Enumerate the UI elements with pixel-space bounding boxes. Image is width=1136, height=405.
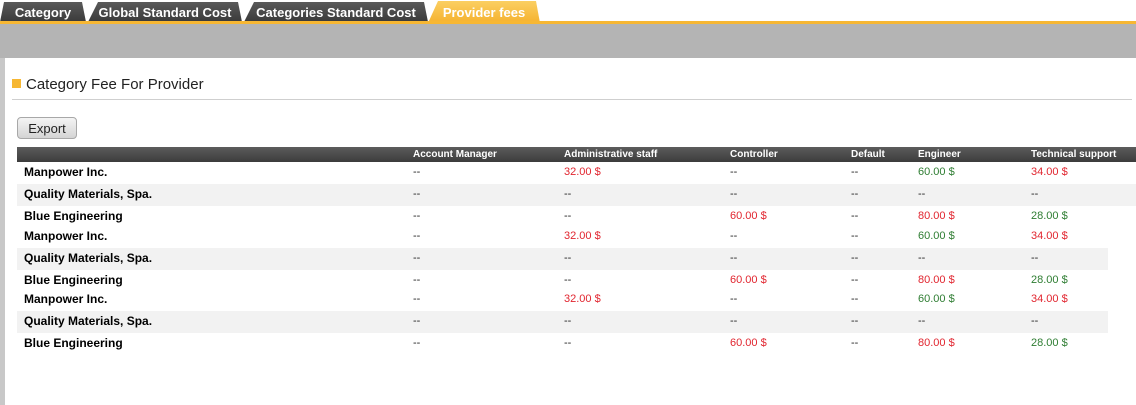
default-fee: -- — [851, 274, 859, 286]
column-header-technical-support: Technical support — [1031, 149, 1117, 160]
controller-fee: -- — [730, 315, 738, 327]
provider-name: Manpower Inc. — [24, 229, 108, 243]
provider-name: Blue Engineering — [24, 336, 123, 350]
administrative-staff-fee: 32.00 $ — [564, 166, 601, 178]
column-header-administrative-staff: Administrative staff — [564, 149, 658, 160]
default-fee: -- — [851, 337, 859, 349]
administrative-staff-fee: -- — [564, 337, 572, 349]
tab-global-standard-cost[interactable]: Global Standard Cost — [88, 2, 242, 22]
default-fee: -- — [851, 293, 859, 305]
table-row: Manpower Inc. -- 32.00 $ -- -- 60.00 $ 34.00 $ — [17, 162, 1136, 184]
section-title: Category Fee For Provider — [26, 76, 204, 93]
default-fee: -- — [851, 210, 859, 222]
table-row: Blue Engineering -- -- 60.00 $ -- 80.00 $ 28.0… — [17, 333, 1108, 355]
default-fee: -- — [851, 315, 859, 327]
table-row: Quality Materials, Spa. -- -- -- -- -- -- — [17, 184, 1136, 206]
default-fee: -- — [851, 166, 859, 178]
engineer-fee: 80.00 $ — [918, 274, 955, 286]
column-header-account-manager: Account Manager — [413, 149, 497, 160]
table-row: Manpower Inc. -- 32.00 $ -- -- 60.00 $ 34.00 $ — [17, 289, 1108, 311]
tab-categories-standard-cost[interactable]: Categories Standard Cost — [244, 2, 428, 22]
account-manager-fee: -- — [413, 230, 421, 242]
column-header-controller: Controller — [730, 149, 778, 160]
account-manager-fee: -- — [413, 315, 421, 327]
provider-name: Manpower Inc. — [24, 165, 108, 179]
controller-fee: -- — [730, 252, 738, 264]
left-border — [0, 58, 5, 405]
provider-name: Blue Engineering — [24, 273, 123, 287]
account-manager-fee: -- — [413, 252, 421, 264]
technical-support-fee: 28.00 $ — [1031, 210, 1068, 222]
provider-name: Quality Materials, Spa. — [24, 187, 153, 201]
account-manager-fee: -- — [413, 293, 421, 305]
default-fee: -- — [851, 252, 859, 264]
provider-name: Manpower Inc. — [24, 292, 108, 306]
engineer-fee: -- — [918, 188, 926, 200]
engineer-fee: 80.00 $ — [918, 337, 955, 349]
account-manager-fee: -- — [413, 188, 421, 200]
default-fee: -- — [851, 230, 859, 242]
technical-support-fee: -- — [1031, 252, 1039, 264]
table-header: Account Manager Administrative staff Con… — [17, 147, 1136, 162]
table-row: Quality Materials, Spa. -- -- -- -- -- -- — [17, 311, 1108, 333]
section-header: Category Fee For Provider — [12, 76, 204, 93]
engineer-fee: 60.00 $ — [918, 230, 955, 242]
toolbar-strip — [0, 24, 1136, 58]
table-row: Quality Materials, Spa. -- -- -- -- -- -- — [17, 248, 1108, 270]
provider-name: Quality Materials, Spa. — [24, 251, 153, 265]
engineer-fee: -- — [918, 252, 926, 264]
engineer-fee: 80.00 $ — [918, 210, 955, 222]
account-manager-fee: -- — [413, 210, 421, 222]
administrative-staff-fee: -- — [564, 274, 572, 286]
square-bullet-icon — [12, 79, 21, 88]
export-button[interactable]: Export — [17, 117, 77, 139]
title-divider — [12, 99, 1132, 100]
column-header-engineer: Engineer — [918, 149, 961, 160]
administrative-staff-fee: -- — [564, 252, 572, 264]
controller-fee: 60.00 $ — [730, 210, 767, 222]
engineer-fee: 60.00 $ — [918, 293, 955, 305]
tab-bar: Category Global Standard Cost Categories… — [0, 0, 1136, 22]
technical-support-fee: -- — [1031, 315, 1039, 327]
administrative-staff-fee: -- — [564, 315, 572, 327]
controller-fee: 60.00 $ — [730, 274, 767, 286]
tab-category[interactable]: Category — [0, 2, 86, 22]
table-row: Manpower Inc. -- 32.00 $ -- -- 60.00 $ 34.00 $ — [17, 226, 1108, 248]
controller-fee: -- — [730, 230, 738, 242]
controller-fee: -- — [730, 188, 738, 200]
technical-support-fee: 34.00 $ — [1031, 230, 1068, 242]
administrative-staff-fee: -- — [564, 188, 572, 200]
column-header-default: Default — [851, 149, 885, 160]
controller-fee: 60.00 $ — [730, 337, 767, 349]
account-manager-fee: -- — [413, 337, 421, 349]
controller-fee: -- — [730, 293, 738, 305]
technical-support-fee: 28.00 $ — [1031, 337, 1068, 349]
account-manager-fee: -- — [413, 166, 421, 178]
controller-fee: -- — [730, 166, 738, 178]
technical-support-fee: -- — [1031, 188, 1039, 200]
technical-support-fee: 28.00 $ — [1031, 274, 1068, 286]
table-row: Blue Engineering -- -- 60.00 $ -- 80.00 $ 28.0… — [17, 206, 1136, 228]
default-fee: -- — [851, 188, 859, 200]
account-manager-fee: -- — [413, 274, 421, 286]
engineer-fee: 60.00 $ — [918, 166, 955, 178]
technical-support-fee: 34.00 $ — [1031, 166, 1068, 178]
technical-support-fee: 34.00 $ — [1031, 293, 1068, 305]
administrative-staff-fee: -- — [564, 210, 572, 222]
administrative-staff-fee: 32.00 $ — [564, 293, 601, 305]
administrative-staff-fee: 32.00 $ — [564, 230, 601, 242]
provider-name: Quality Materials, Spa. — [24, 314, 153, 328]
engineer-fee: -- — [918, 315, 926, 327]
tab-provider-fees[interactable]: Provider fees — [428, 1, 540, 23]
provider-name: Blue Engineering — [24, 209, 123, 223]
